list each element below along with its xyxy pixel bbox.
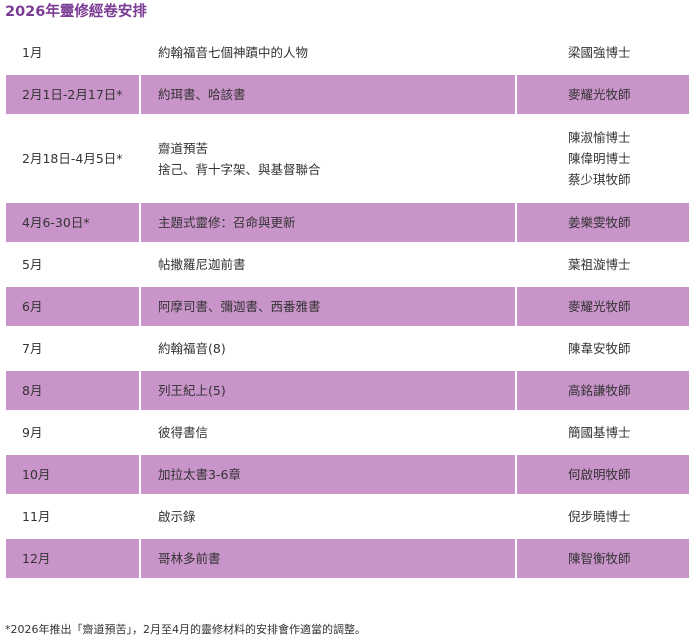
speaker-name: 陳智衡牧師 <box>568 551 631 566</box>
speaker-name: 高銘謙牧師 <box>568 383 631 398</box>
period-text: 6月 <box>22 299 43 314</box>
topic-cell: 加拉太書3-6章 <box>141 455 517 494</box>
speaker-cell: 姜樂雯牧師 <box>517 203 689 242</box>
speaker-name: 姜樂雯牧師 <box>568 215 631 230</box>
topic-line: 約珥書、哈該書 <box>158 87 246 102</box>
period-cell: 6月 <box>6 287 141 326</box>
page-title: 2026年靈修經卷安排 <box>5 4 147 20</box>
speaker-name: 麥耀光牧師 <box>568 299 631 314</box>
period-text: 10月 <box>22 467 51 482</box>
topic-cell: 哥林多前書 <box>141 539 517 578</box>
speaker-name: 何啟明牧師 <box>568 467 631 482</box>
topic-cell: 主題式靈修：召命與更新 <box>141 203 517 242</box>
speaker-name: 倪步曉博士 <box>568 509 631 524</box>
topic-cell: 彼得書信 <box>141 413 517 452</box>
period-cell: 5月 <box>6 245 141 284</box>
period-text: 2月1日-2月17日* <box>22 87 123 102</box>
speaker-cell: 陳韋安牧師 <box>517 329 689 368</box>
speaker-name: 梁國強博士 <box>568 45 631 60</box>
period-cell: 7月 <box>6 329 141 368</box>
schedule-row: 5月 帖撒羅尼迦前書 葉祖漩博士 <box>6 245 689 287</box>
topic-cell: 約翰福音(8) <box>141 329 517 368</box>
period-text: 12月 <box>22 551 51 566</box>
speaker-cell: 梁國強博士 <box>517 33 689 72</box>
speaker-name: 陳偉明博士 <box>568 151 631 166</box>
topic-line: 彼得書信 <box>158 425 209 440</box>
topic-line: 帖撒羅尼迦前書 <box>158 257 246 272</box>
speaker-cell: 陳淑愉博士陳偉明博士蔡少琪牧師 <box>517 117 689 200</box>
schedule-table: 1月 約翰福音七個神蹟中的人物 梁國強博士 2月1日-2月17日* 約珥書、哈該書 麥耀光… <box>6 33 689 581</box>
speaker-cell: 葉祖漩博士 <box>517 245 689 284</box>
period-text: 5月 <box>22 257 43 272</box>
period-cell: 9月 <box>6 413 141 452</box>
schedule-row: 12月 哥林多前書 陳智衡牧師 <box>6 539 689 581</box>
topic-line: 列王紀上(5) <box>158 383 226 398</box>
schedule-row: 9月 彼得書信 簡國基博士 <box>6 413 689 455</box>
topic-cell: 帖撒羅尼迦前書 <box>141 245 517 284</box>
period-cell: 8月 <box>6 371 141 410</box>
period-cell: 10月 <box>6 455 141 494</box>
speaker-cell: 高銘謙牧師 <box>517 371 689 410</box>
topic-line: 哥林多前書 <box>158 551 221 566</box>
period-text: 11月 <box>22 509 51 524</box>
speaker-cell: 何啟明牧師 <box>517 455 689 494</box>
period-cell: 1月 <box>6 33 141 72</box>
speaker-name: 陳淑愉博士 <box>568 130 631 145</box>
topic-cell: 阿摩司書、彌迦書、西番雅書 <box>141 287 517 326</box>
speaker-cell: 陳智衡牧師 <box>517 539 689 578</box>
period-cell: 11月 <box>6 497 141 536</box>
speaker-name: 麥耀光牧師 <box>568 87 631 102</box>
topic-cell: 啟示錄 <box>141 497 517 536</box>
speaker-cell: 麥耀光牧師 <box>517 75 689 114</box>
period-cell: 4月6-30日* <box>6 203 141 242</box>
schedule-row: 8月 列王紀上(5) 高銘謙牧師 <box>6 371 689 413</box>
topic-line: 加拉太書3-6章 <box>158 467 241 482</box>
schedule-row: 2月18日-4月5日* 齋道預苦 捨己、背十字架、與基督聯合 陳淑愉博士 陳偉明博士 蔡少… <box>6 117 689 203</box>
schedule-row: 1月 約翰福音七個神蹟中的人物 梁國強博士 <box>6 33 689 75</box>
speaker-name: 簡國基博士 <box>568 425 631 440</box>
schedule-row: 6月 阿摩司書、彌迦書、西番雅書 麥耀光牧師 <box>6 287 689 329</box>
schedule-row: 7月 約翰福音(8) 陳韋安牧師 <box>6 329 689 371</box>
period-text: 9月 <box>22 425 43 440</box>
period-text: 8月 <box>22 383 43 398</box>
footnote: *2026年推出「齋道預苦」，2月至4月的靈修材料的安排會作適當的調整。 <box>5 623 366 636</box>
topic-line: 啟示錄 <box>158 509 196 524</box>
period-text: 2月18日-4月5日* <box>22 151 123 166</box>
topic-line: 捨己、背十字架、與基督聯合 <box>158 161 321 177</box>
period-cell: 2月18日-4月5日* <box>6 117 141 200</box>
topic-line: 齋道預苦 <box>158 140 209 156</box>
topic-line: 阿摩司書、彌迦書、西番雅書 <box>158 299 321 314</box>
period-text: 7月 <box>22 341 43 356</box>
schedule-row: 10月 加拉太書3-6章 何啟明牧師 <box>6 455 689 497</box>
topic-cell: 約翰福音七個神蹟中的人物 <box>141 33 517 72</box>
topic-cell: 齋道預苦捨己、背十字架、與基督聯合 <box>141 117 517 200</box>
speaker-cell: 簡國基博士 <box>517 413 689 452</box>
speaker-name: 陳韋安牧師 <box>568 341 631 356</box>
speaker-cell: 麥耀光牧師 <box>517 287 689 326</box>
topic-cell: 約珥書、哈該書 <box>141 75 517 114</box>
schedule-row: 2月1日-2月17日* 約珥書、哈該書 麥耀光牧師 <box>6 75 689 117</box>
topic-line: 約翰福音(8) <box>158 341 226 356</box>
schedule-row: 4月6-30日* 主題式靈修：召命與更新 姜樂雯牧師 <box>6 203 689 245</box>
topic-line: 主題式靈修：召命與更新 <box>158 215 296 230</box>
speaker-name: 蔡少琪牧師 <box>568 172 631 187</box>
topic-line: 約翰福音七個神蹟中的人物 <box>158 45 309 60</box>
period-text: 4月6-30日* <box>22 215 90 230</box>
schedule-row: 11月 啟示錄 倪步曉博士 <box>6 497 689 539</box>
speaker-name: 葉祖漩博士 <box>568 257 631 272</box>
period-cell: 2月1日-2月17日* <box>6 75 141 114</box>
speaker-cell: 倪步曉博士 <box>517 497 689 536</box>
period-cell: 12月 <box>6 539 141 578</box>
topic-cell: 列王紀上(5) <box>141 371 517 410</box>
period-text: 1月 <box>22 45 43 60</box>
